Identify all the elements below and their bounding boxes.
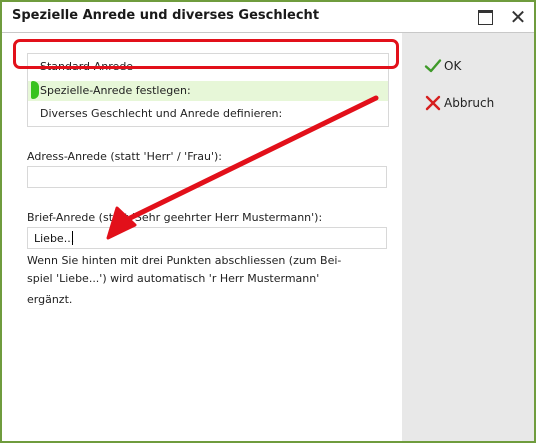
option-diverses-geschlecht[interactable]: Diverses Geschlecht und Anrede definiere… [28, 104, 388, 124]
x-icon [425, 95, 441, 111]
anrede-option-list[interactable]: Standard-Anrede Spezielle-Anrede festleg… [27, 53, 389, 127]
brief-anrede-label: Brief-Anrede (statt 'Sehr geehrter Herr … [27, 211, 323, 224]
cancel-label: Abbruch [444, 96, 495, 110]
checkmark-icon [424, 59, 442, 73]
help-line-3: ergänzt. [27, 293, 73, 306]
selection-marker [31, 81, 39, 99]
brief-anrede-input[interactable] [27, 227, 387, 249]
maximize-button[interactable] [474, 6, 496, 28]
action-panel: OK Abbruch [402, 33, 534, 441]
close-icon: ✕ [509, 5, 527, 29]
help-line-1: Wenn Sie hinten mit drei Punkten abschli… [27, 254, 342, 267]
window-title: Spezielle Anrede und diverses Geschlecht [12, 8, 320, 23]
maximize-icon [478, 10, 493, 25]
title-bar: Spezielle Anrede und diverses Geschlecht… [2, 2, 534, 33]
close-button[interactable]: ✕ [507, 6, 529, 28]
option-spezielle-anrede[interactable]: Spezielle-Anrede festlegen: [28, 81, 388, 101]
text-caret [72, 231, 73, 245]
ok-label: OK [444, 59, 462, 73]
form-area: Standard-Anrede Spezielle-Anrede festleg… [2, 33, 402, 441]
option-standard-anrede[interactable]: Standard-Anrede [28, 57, 388, 77]
help-line-2: spiel 'Liebe...') wird automatisch 'r He… [27, 272, 320, 285]
dialog-window: Spezielle Anrede und diverses Geschlecht… [0, 0, 536, 443]
help-text: Wenn Sie hinten mit drei Punkten abschli… [27, 252, 357, 309]
adress-anrede-input[interactable] [27, 166, 387, 188]
adress-anrede-label: Adress-Anrede (statt 'Herr' / 'Frau'): [27, 150, 222, 163]
